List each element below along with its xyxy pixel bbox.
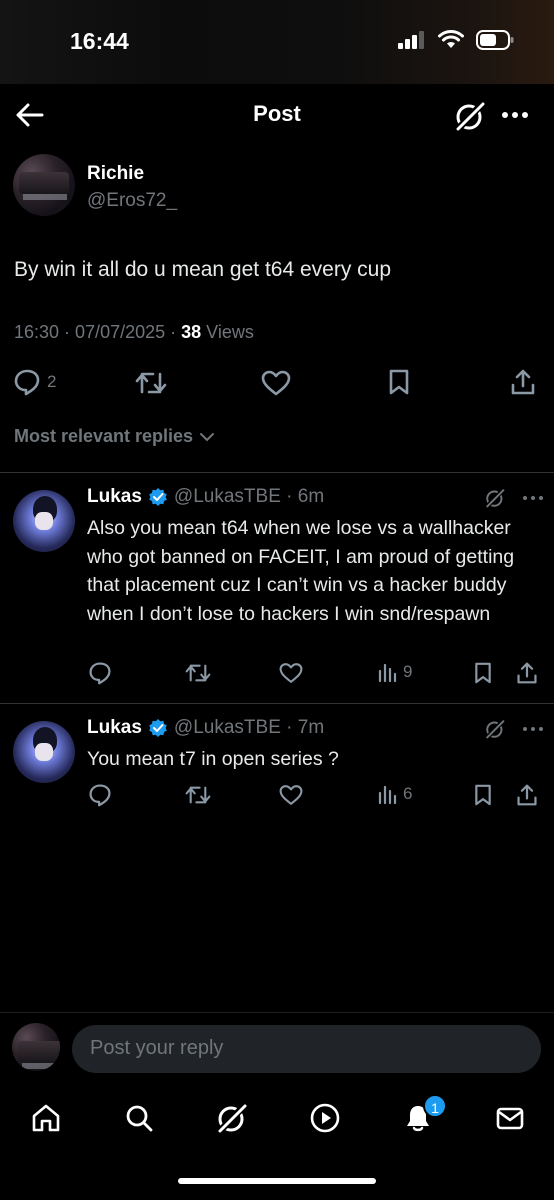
like-icon[interactable]	[279, 784, 303, 806]
views-label: Views	[201, 322, 254, 342]
views-count: 9	[403, 662, 413, 681]
views-count: 6	[403, 784, 413, 803]
reply-icon[interactable]	[88, 661, 112, 685]
divider	[0, 703, 554, 704]
more-options-icon[interactable]	[522, 724, 544, 734]
tab-messages[interactable]	[490, 1098, 530, 1138]
battery-icon	[476, 30, 514, 50]
reply-action[interactable]: 2	[13, 368, 56, 396]
avatar[interactable]	[13, 490, 75, 552]
status-time: 16:44	[70, 28, 129, 54]
reply-icon	[14, 369, 40, 396]
reply-header: Lukas @LukasTBE · 7m	[87, 717, 324, 739]
grok-icon	[216, 1102, 248, 1135]
search-icon	[126, 1105, 153, 1132]
avatar	[12, 1023, 60, 1071]
views-action[interactable]: 6	[377, 783, 412, 805]
grok-icon[interactable]	[484, 487, 506, 509]
grok-icon[interactable]	[453, 99, 487, 133]
author-name[interactable]: Richie	[87, 163, 144, 185]
grok-icon[interactable]	[484, 718, 506, 740]
analytics-icon	[378, 785, 397, 805]
divider	[0, 472, 554, 473]
share-icon[interactable]	[510, 368, 536, 396]
mail-icon	[496, 1107, 524, 1130]
post-timestamp: 16:30 · 07/07/2025 ·	[14, 322, 182, 342]
analytics-icon	[378, 663, 397, 683]
tab-search[interactable]	[119, 1098, 159, 1138]
chevron-down-icon	[200, 432, 215, 441]
more-options-icon[interactable]	[498, 100, 532, 130]
sort-selector[interactable]: Most relevant replies	[14, 426, 215, 447]
reply-input[interactable]: Post your reply	[72, 1025, 541, 1073]
post-meta: 16:30 · 07/07/2025 · 38 Views	[14, 322, 254, 343]
author-handle[interactable]: @Eros72_	[87, 190, 177, 212]
reply-tools	[484, 487, 544, 509]
reply-header: Lukas @LukasTBE · 6m	[87, 486, 324, 508]
avatar[interactable]	[13, 721, 75, 783]
status-icons	[398, 30, 514, 50]
repost-icon[interactable]	[135, 370, 167, 396]
views-action[interactable]: 9	[377, 661, 412, 683]
tab-home[interactable]	[26, 1098, 66, 1138]
share-icon[interactable]	[516, 783, 538, 807]
more-options-icon[interactable]	[522, 493, 544, 503]
notification-badge: 1	[423, 1094, 447, 1118]
repost-icon[interactable]	[185, 784, 211, 806]
reply-count: 2	[47, 372, 57, 391]
bookmark-icon[interactable]	[473, 783, 493, 807]
play-icon	[310, 1103, 340, 1133]
wifi-icon	[438, 30, 464, 48]
reply-composer: Post your reply	[0, 1012, 554, 1084]
nav-bar: Post	[0, 84, 554, 146]
bookmark-icon[interactable]	[473, 661, 493, 685]
sort-label: Most relevant replies	[14, 426, 194, 446]
reply-text: Also you mean t64 when we lose vs a wall…	[87, 517, 515, 625]
like-icon[interactable]	[261, 370, 291, 396]
views-count: 38	[181, 322, 202, 342]
reply-tools	[484, 718, 544, 740]
repost-icon[interactable]	[185, 662, 211, 684]
reply-author-handle[interactable]: @LukasTBE · 6m	[174, 486, 324, 508]
tab-grok[interactable]	[212, 1098, 252, 1138]
reply-text: You mean t7 in open series ?	[87, 748, 339, 770]
verified-badge-icon	[149, 719, 167, 737]
reply-author-handle[interactable]: @LukasTBE · 7m	[174, 717, 324, 739]
cellular-signal-icon	[398, 31, 424, 49]
avatar[interactable]	[13, 154, 75, 216]
home-icon	[32, 1104, 60, 1132]
reply-author-name[interactable]: Lukas	[87, 486, 142, 508]
reply-icon[interactable]	[88, 783, 112, 807]
status-bar: 16:44	[0, 0, 554, 84]
post-text: By win it all do u mean get t64 every cu…	[14, 258, 392, 281]
verified-badge-icon	[149, 488, 167, 506]
like-icon[interactable]	[279, 662, 303, 684]
tab-video[interactable]	[305, 1098, 345, 1138]
reply-author-name[interactable]: Lukas	[87, 717, 142, 739]
bookmark-icon[interactable]	[387, 368, 411, 396]
home-indicator	[178, 1178, 376, 1184]
share-icon[interactable]	[516, 661, 538, 685]
